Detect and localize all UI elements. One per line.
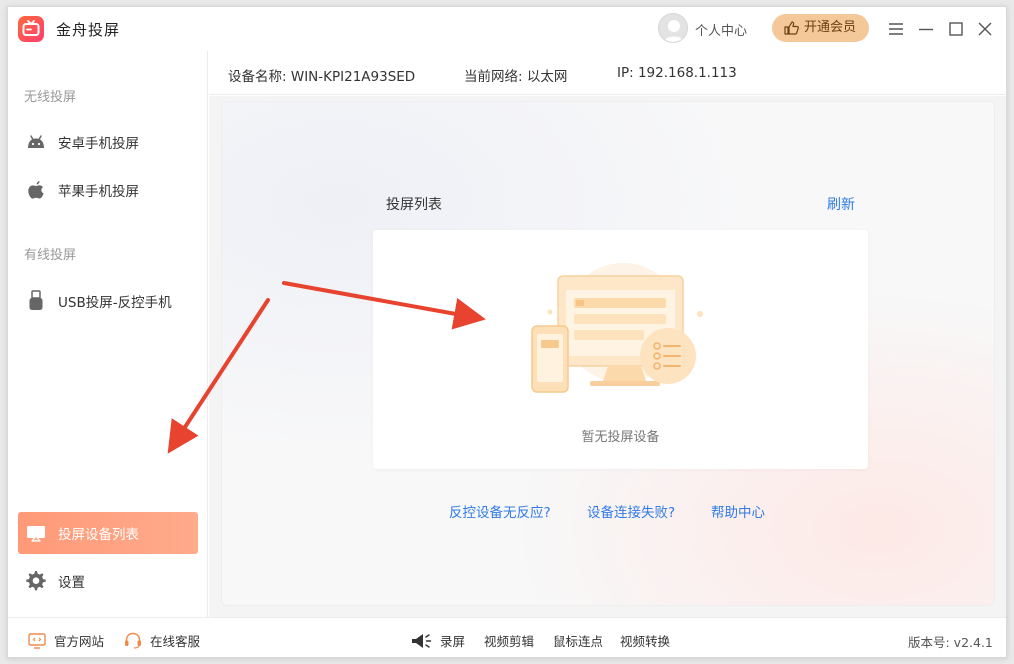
section-title-wired: 有线投屏 [24,248,77,263]
usb-icon [25,290,47,312]
title-bar: 金舟投屏 个人中心 开通会员 [8,7,1006,51]
official-site-label: 官方网站 [54,634,105,649]
current-network: 当前网络: 以太网 [464,69,568,85]
record-screen-label: 录屏 [440,634,466,649]
sidebar-item-label: USB投屏-反控手机 [58,295,172,311]
maximize-icon[interactable] [946,19,966,39]
version-number: 版本号: v2.4.1 [908,635,993,650]
headset-icon [125,632,141,649]
sidebar-item-cast-device-list[interactable]: 投屏设备列表 [18,512,198,554]
empty-devices-illustration [531,263,703,393]
section-title-wireless: 无线投屏 [24,90,77,105]
mouse-clicker-link[interactable]: 鼠标连点 [553,631,603,650]
menu-icon[interactable] [886,19,906,39]
help-center-link[interactable]: 帮助中心 [711,501,765,521]
online-service-label: 在线客服 [150,634,201,649]
close-icon[interactable] [975,19,995,39]
online-service-link[interactable]: 在线客服 [124,631,200,650]
sidebar-item-label: 投屏设备列表 [58,527,139,543]
main-content: 投屏列表 刷新 暂无投屏设备 反控设备无反应? 设备连接失败? 帮助中心 [209,96,1006,617]
ip-address: IP: 192.168.1.113 [617,65,737,81]
video-convert-link[interactable]: 视频转换 [620,631,670,650]
user-center-link[interactable]: 个人中心 [695,20,747,39]
minimize-icon[interactable] [916,19,936,39]
sidebar-item-usb[interactable]: USB投屏-反控手机 [18,280,198,322]
android-icon [25,131,47,153]
cast-list-panel: 投屏列表 刷新 暂无投屏设备 反控设备无反应? 设备连接失败? 帮助中心 [221,101,995,606]
thumbs-up-icon [784,21,799,35]
footer-bar: 官方网站 在线客服 录屏 视频剪辑 鼠标连点 视频转换 版本号: v2.4.1 [8,617,1006,657]
sidebar-item-android[interactable]: 安卓手机投屏 [18,121,198,163]
refresh-link[interactable]: 刷新 [827,194,855,214]
megaphone-icon [412,633,432,648]
video-edit-link[interactable]: 视频剪辑 [484,631,534,650]
official-site-link[interactable]: 官方网站 [28,631,104,650]
connect-failed-help-link[interactable]: 设备连接失败? [587,501,675,521]
apple-icon [25,179,47,201]
sidebar-item-label: 苹果手机投屏 [58,184,139,200]
sidebar-item-settings[interactable]: 设置 [18,560,198,602]
vip-button-label: 开通会员 [804,20,857,35]
sidebar-item-label: 设置 [58,575,85,591]
device-info-bar: 设备名称: WIN-KPI21A93SED 当前网络: 以太网 IP: 192.… [209,51,1006,95]
device-name: 设备名称: WIN-KPI21A93SED [228,69,416,85]
cast-list-title: 投屏列表 [386,197,442,213]
sidebar-item-apple[interactable]: 苹果手机投屏 [18,169,198,211]
avatar[interactable] [658,13,688,43]
app-logo [18,16,44,42]
screen-cast-icon [25,522,47,544]
sidebar-item-label: 安卓手机投屏 [58,136,139,152]
record-screen-link[interactable]: 录屏 [410,631,465,650]
app-window: 金舟投屏 个人中心 开通会员 无线投屏 安卓手机投屏 苹果手机投屏 有线投屏 U… [7,6,1007,658]
no-response-help-link[interactable]: 反控设备无反应? [449,501,551,521]
website-icon [28,632,46,649]
cast-device-list: 暂无投屏设备 [373,230,868,469]
vip-button[interactable]: 开通会员 [772,14,869,42]
app-title: 金舟投屏 [56,21,121,39]
gear-icon [25,570,47,592]
empty-state-text: 暂无投屏设备 [581,430,660,445]
sidebar: 无线投屏 安卓手机投屏 苹果手机投屏 有线投屏 USB投屏-反控手机 投屏设备列… [8,51,208,617]
